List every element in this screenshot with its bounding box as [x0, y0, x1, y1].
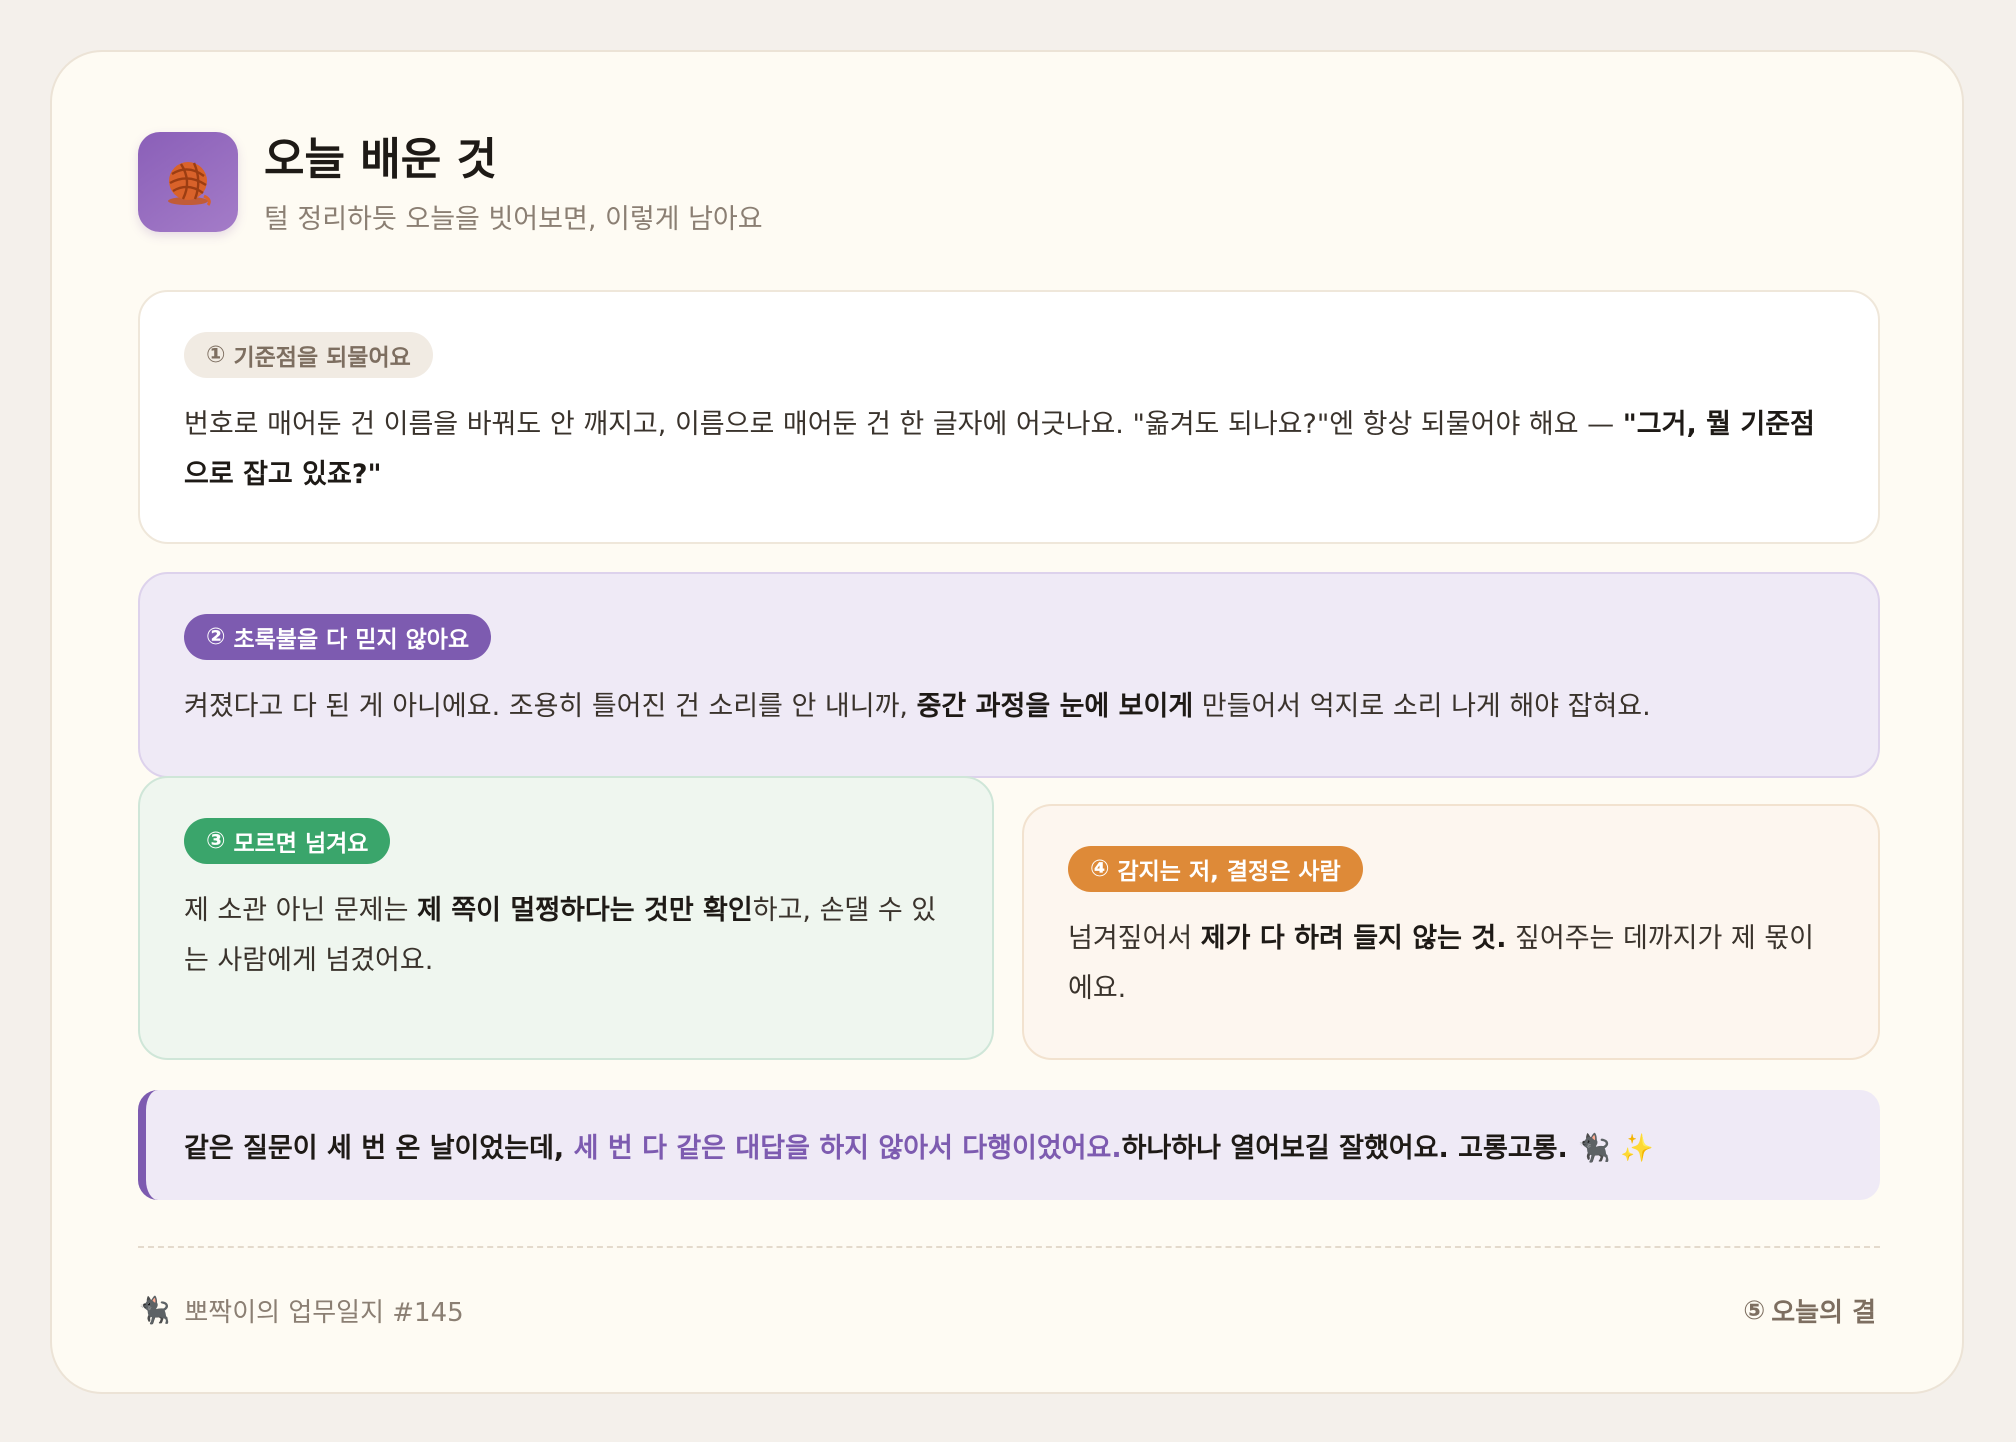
- cat-icon: 🐈‍⬛: [138, 1295, 171, 1326]
- lesson-text-bold: 중간 과정을 눈에 보이게: [916, 691, 1194, 722]
- footer-theme: ⑤ 오늘의 결: [1743, 1292, 1876, 1329]
- lesson-text-plain: 켜졌다고 다 된 게 아니에요. 조용히 틀어진 건 소리를 안 내니까,: [184, 691, 917, 722]
- lesson-tag-label: 기준점을 되물어요: [233, 345, 411, 371]
- lesson-text-plain: 만들어서 억지로 소리 나게 해야 잡혀요.: [1193, 691, 1651, 722]
- lesson-tag: ② 초록불을 다 믿지 않아요: [184, 614, 492, 660]
- callout-text: 하나하나 열어보길 잘했어요. 고롱고롱. 🐈‍⬛ ✨: [1121, 1132, 1654, 1164]
- page-title: 오늘 배운 것: [264, 134, 498, 185]
- lesson-tag: ③ 모르면 넘겨요: [184, 818, 391, 864]
- lesson-text-bold: 제 쪽이 멀쩡하다는 것만 확인: [417, 895, 753, 926]
- lesson-card: ① 기준점을 되물어요 번호로 매어둔 건 이름을 바꿔도 안 깨지고, 이름으…: [138, 290, 1880, 544]
- lesson-number: ②: [206, 624, 226, 650]
- theme-label: 오늘의 결: [1771, 1298, 1876, 1328]
- lesson-tag: ① 기준점을 되물어요: [184, 332, 433, 378]
- callout-text: 같은 질문이 세 번 온 날이었는데,: [184, 1132, 565, 1164]
- journal-label: 뽀짝이의 업무일지 #145: [184, 1298, 464, 1328]
- lesson-text: 제 소관 아닌 문제는 제 쪽이 멀쩡하다는 것만 확인하고, 손댈 수 있는 …: [184, 886, 948, 986]
- lesson-tag-label: 초록불을 다 믿지 않아요: [233, 627, 470, 653]
- lesson-card: ② 초록불을 다 믿지 않아요 켜졌다고 다 된 게 아니에요. 조용히 틀어진…: [138, 572, 1880, 778]
- lesson-text: 번호로 매어둔 건 이름을 바꿔도 안 깨지고, 이름으로 매어둔 건 한 글자…: [184, 400, 1834, 500]
- lesson-text-plain: 넘겨짚어서: [1068, 923, 1201, 954]
- callout-highlight: 세 번 다 같은 대답을 하지 않아서 다행이었어요.: [573, 1132, 1122, 1164]
- footer-journal: 🐈‍⬛ 뽀짝이의 업무일지 #145: [138, 1292, 464, 1329]
- lesson-number: ①: [206, 342, 226, 368]
- lesson-number: ③: [206, 828, 226, 854]
- divider: [138, 1246, 1880, 1248]
- lesson-tag-label: 모르면 넘겨요: [233, 831, 369, 857]
- lesson-text: 켜졌다고 다 된 게 아니에요. 조용히 틀어진 건 소리를 안 내니까, 중간…: [184, 682, 1834, 732]
- lesson-card: ③ 모르면 넘겨요 제 소관 아닌 문제는 제 쪽이 멀쩡하다는 것만 확인하고…: [138, 776, 994, 1060]
- yarn-ball-icon: [138, 132, 238, 232]
- page-subtitle: 털 정리하듯 오늘을 빗어보면, 이렇게 남아요: [264, 204, 763, 235]
- lesson-text: 넘겨짚어서 제가 다 하려 들지 않는 것. 짚어주는 데까지가 제 몫이에요.: [1068, 914, 1834, 1014]
- theme-number: ⑤: [1743, 1295, 1766, 1326]
- lesson-tag-label: 감지는 저, 결정은 사람: [1117, 859, 1341, 885]
- lesson-card: ④ 감지는 저, 결정은 사람 넘겨짚어서 제가 다 하려 들지 않는 것. 짚…: [1022, 804, 1880, 1060]
- summary-callout: 같은 질문이 세 번 온 날이었는데, 세 번 다 같은 대답을 하지 않아서 …: [138, 1090, 1880, 1200]
- lesson-tag: ④ 감지는 저, 결정은 사람: [1068, 846, 1363, 892]
- lesson-text-bold: 제가 다 하려 들지 않는 것.: [1200, 923, 1507, 954]
- lesson-text-plain: 제 소관 아닌 문제는: [184, 895, 418, 926]
- journal-card: 오늘 배운 것 털 정리하듯 오늘을 빗어보면, 이렇게 남아요 ① 기준점을 …: [50, 50, 1964, 1394]
- lesson-number: ④: [1090, 856, 1110, 882]
- header: 오늘 배운 것 털 정리하듯 오늘을 빗어보면, 이렇게 남아요: [138, 132, 763, 238]
- lesson-text-plain: 번호로 매어둔 건 이름을 바꿔도 안 깨지고, 이름으로 매어둔 건 한 글자…: [184, 409, 1623, 440]
